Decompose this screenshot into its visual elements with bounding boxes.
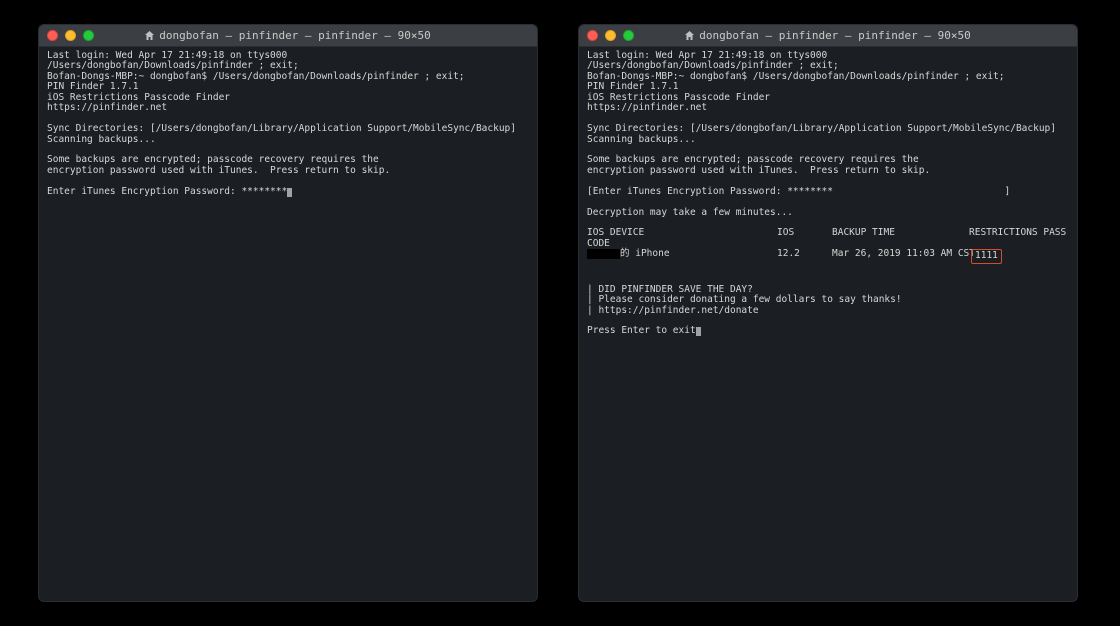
- encrypted-note-line2: encryption password used with iTunes. Pr…: [587, 165, 930, 176]
- passcode-highlight: 1111: [971, 249, 1002, 263]
- app-url-line: https://pinfinder.net: [587, 102, 707, 113]
- scanning-line: Scanning backups...: [47, 134, 156, 145]
- encrypted-note-line1: Some backups are encrypted; passcode rec…: [587, 154, 919, 165]
- prompt-line: Bofan-Dongs-MBP:~ dongbofan$ /Users/dong…: [587, 71, 1005, 82]
- cell-device: 的 iPhone: [587, 249, 777, 263]
- zoom-icon[interactable]: [623, 30, 634, 41]
- window-title: dongbofan — pinfinder — pinfinder — 90×5…: [39, 29, 537, 42]
- last-login-line: Last login: Wed Apr 17 21:49:18 on ttys0…: [47, 50, 287, 61]
- password-prompt[interactable]: Enter iTunes Encryption Password: ******…: [47, 186, 287, 197]
- window-title: dongbofan — pinfinder — pinfinder — 90×5…: [579, 29, 1077, 42]
- redacted-name: [587, 249, 620, 259]
- donate-line2: | Please consider donating a few dollars…: [587, 294, 902, 305]
- title-bar[interactable]: dongbofan — pinfinder — pinfinder — 90×5…: [39, 25, 537, 47]
- cursor-icon: [287, 188, 292, 197]
- app-desc-line: iOS Restrictions Passcode Finder: [47, 92, 230, 103]
- donate-line3: | https://pinfinder.net/donate: [587, 305, 759, 316]
- zoom-icon[interactable]: [83, 30, 94, 41]
- terminal-window-left[interactable]: dongbofan — pinfinder — pinfinder — 90×5…: [38, 24, 538, 602]
- encrypted-note-line2: encryption password used with iTunes. Pr…: [47, 165, 390, 176]
- terminal-content[interactable]: Last login: Wed Apr 17 21:49:18 on ttys0…: [579, 47, 1077, 601]
- cell-ios: 12.2: [777, 249, 832, 263]
- sync-dir-line: Sync Directories: [/Users/dongbofan/Libr…: [587, 123, 1056, 134]
- col-ios-header: IOS: [777, 228, 832, 238]
- app-name-line: PIN Finder 1.7.1: [587, 81, 679, 92]
- result-table-row: 的 iPhone12.2Mar 26, 2019 11:03 AM CST111…: [587, 249, 1069, 263]
- home-icon: [145, 31, 154, 41]
- sync-dir-line: Sync Directories: [/Users/dongbofan/Libr…: [47, 123, 516, 134]
- cell-passcode: 1111: [969, 249, 1069, 263]
- app-name-line: PIN Finder 1.7.1: [47, 81, 139, 92]
- terminal-window-right[interactable]: dongbofan — pinfinder — pinfinder — 90×5…: [578, 24, 1078, 602]
- app-url-line: https://pinfinder.net: [47, 102, 167, 113]
- app-desc-line: iOS Restrictions Passcode Finder: [587, 92, 770, 103]
- decrypt-line: Decryption may take a few minutes...: [587, 207, 793, 218]
- last-login-line: Last login: Wed Apr 17 21:49:18 on ttys0…: [587, 50, 827, 61]
- window-controls: [47, 30, 94, 41]
- col-time-header: BACKUP TIME: [832, 228, 969, 238]
- col-device-header: IOS DEVICE: [587, 228, 777, 238]
- title-bar[interactable]: dongbofan — pinfinder — pinfinder — 90×5…: [579, 25, 1077, 47]
- encrypted-note-line1: Some backups are encrypted; passcode rec…: [47, 154, 379, 165]
- cursor-icon: [696, 327, 701, 336]
- exit-prompt[interactable]: Press Enter to exit: [587, 325, 696, 336]
- prompt-line: Bofan-Dongs-MBP:~ dongbofan$ /Users/dong…: [47, 71, 465, 82]
- cell-time: Mar 26, 2019 11:03 AM CST: [832, 249, 969, 263]
- minimize-icon[interactable]: [605, 30, 616, 41]
- donate-line1: | DID PINFINDER SAVE THE DAY?: [587, 284, 753, 295]
- terminal-content[interactable]: Last login: Wed Apr 17 21:49:18 on ttys0…: [39, 47, 537, 601]
- cwd-line: /Users/dongbofan/Downloads/pinfinder ; e…: [587, 60, 839, 71]
- close-icon[interactable]: [47, 30, 58, 41]
- minimize-icon[interactable]: [65, 30, 76, 41]
- result-table-header: IOS DEVICEIOSBACKUP TIMERESTRICTIONS PAS…: [587, 228, 1069, 238]
- password-prompt[interactable]: Enter iTunes Encryption Password: ******…: [593, 186, 833, 197]
- close-icon[interactable]: [587, 30, 598, 41]
- bracket-close: ]: [833, 186, 1010, 197]
- home-icon: [685, 31, 694, 41]
- col-code-header: CODE: [587, 238, 610, 249]
- scanning-line: Scanning backups...: [587, 134, 696, 145]
- cwd-line: /Users/dongbofan/Downloads/pinfinder ; e…: [47, 60, 299, 71]
- window-controls: [587, 30, 634, 41]
- col-pass-header: RESTRICTIONS PASS: [969, 228, 1069, 238]
